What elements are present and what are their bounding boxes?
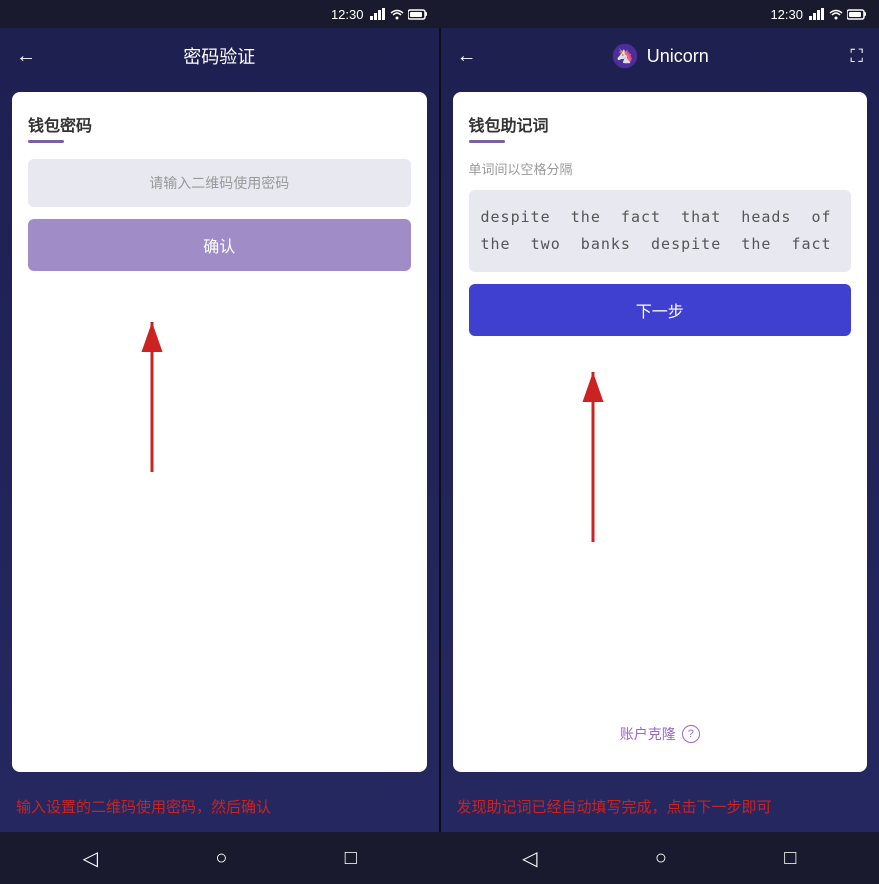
nav-bar-left: ◁ ○ □ — [0, 832, 440, 884]
right-annotation: 发现助记词已经自动填写完成，点击下一步即可 — [441, 784, 879, 832]
password-input[interactable]: 请输入二维码使用密码 — [28, 159, 411, 207]
nav-bar-right: ◁ ○ □ — [440, 832, 879, 884]
title-underline-right — [469, 140, 505, 143]
account-clone[interactable]: 账户克隆 ? — [469, 724, 852, 752]
signal-icon — [370, 8, 386, 20]
svg-text:🦄: 🦄 — [616, 47, 633, 64]
unicorn-icon: 🦄 — [611, 42, 639, 70]
panels-container: ← 密码验证 钱包密码 请输入二维码使用密码 确认 输入设置的二维码使用密码，然 — [0, 28, 879, 832]
nav-bar: ◁ ○ □ ◁ ○ □ — [0, 832, 879, 884]
status-bar-right: 12:30 — [440, 0, 879, 28]
title-underline-left — [28, 140, 64, 143]
wifi-icon-right — [829, 8, 843, 20]
help-icon[interactable]: ? — [682, 725, 700, 743]
account-clone-label: 账户克隆 — [620, 724, 676, 744]
time-right: 12:30 — [770, 7, 803, 22]
right-back-button[interactable]: ← — [457, 45, 477, 68]
left-card: 钱包密码 请输入二维码使用密码 确认 — [12, 92, 427, 772]
app-name: Unicorn — [647, 46, 709, 67]
right-card: 钱包助记词 单词间以空格分隔 despite the fact that hea… — [453, 92, 868, 772]
nav-recent-left[interactable]: □ — [345, 847, 357, 870]
status-icons-right — [809, 8, 867, 20]
left-card-title: 钱包密码 — [28, 112, 411, 136]
right-arrow-annotation — [513, 322, 673, 572]
left-topbar: ← 密码验证 — [0, 28, 439, 84]
battery-icon — [408, 8, 428, 20]
status-bar: 12:30 12:30 — [0, 0, 879, 28]
wifi-icon — [390, 8, 404, 20]
next-button[interactable]: 下一步 — [469, 284, 852, 336]
time-left: 12:30 — [331, 7, 364, 22]
mnemonic-text-box[interactable]: despite the fact that heads of the two b… — [469, 190, 852, 272]
confirm-button[interactable]: 确认 — [28, 219, 411, 271]
right-panel: ← 🦄 Unicorn ⛶ 钱包助记词 单词间以空格分隔 despite the… — [441, 28, 879, 832]
nav-home-right[interactable]: ○ — [655, 847, 667, 870]
left-back-button[interactable]: ← — [16, 45, 36, 68]
nav-back-right[interactable]: ◁ — [522, 846, 537, 871]
left-arrow-annotation — [92, 272, 252, 492]
battery-icon-right — [847, 8, 867, 20]
right-card-title: 钱包助记词 — [469, 112, 852, 136]
signal-icon-right — [809, 8, 825, 20]
left-title: 密码验证 — [183, 43, 255, 69]
status-bar-left: 12:30 — [0, 0, 440, 28]
left-annotation: 输入设置的二维码使用密码，然后确认 — [0, 784, 439, 832]
nav-recent-right[interactable]: □ — [784, 847, 796, 870]
unicorn-logo: 🦄 Unicorn — [611, 42, 709, 70]
nav-home-left[interactable]: ○ — [215, 847, 227, 870]
status-icons-left — [370, 8, 428, 20]
expand-button[interactable]: ⛶ — [850, 46, 863, 67]
nav-back-left[interactable]: ◁ — [83, 846, 98, 871]
right-topbar: ← 🦄 Unicorn ⛶ — [441, 28, 879, 84]
left-panel: ← 密码验证 钱包密码 请输入二维码使用密码 确认 输入设置的二维码使用密码，然 — [0, 28, 439, 832]
mnemonic-subtitle: 单词间以空格分隔 — [469, 159, 852, 178]
